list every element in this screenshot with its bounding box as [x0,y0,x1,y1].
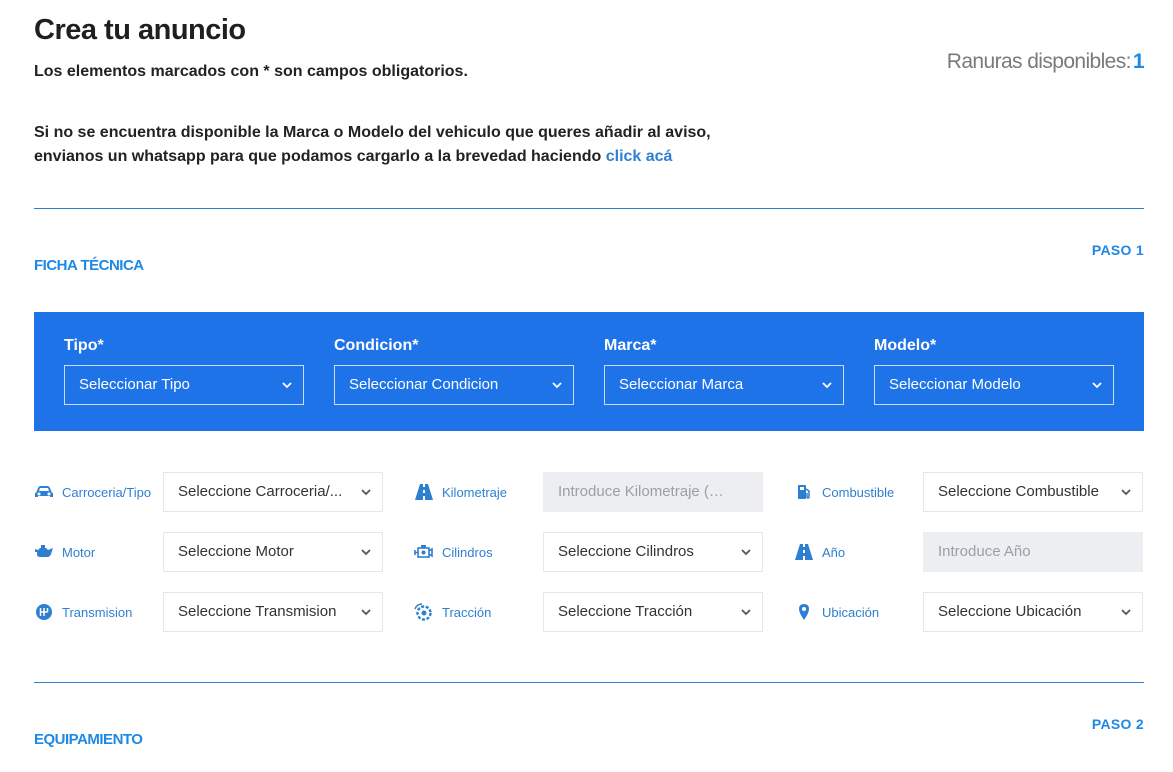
spec-kilometraje: Kilometraje Introduce Kilometraje (km) [414,472,764,512]
location-pin-icon [794,604,814,620]
chevron-down-icon [741,609,751,616]
anio-placeholder: Introduce Año [938,543,1031,560]
chevron-down-icon [282,382,292,389]
marca-select-value: Seleccionar Marca [619,376,744,393]
condicion-label: Condicion* [334,337,419,354]
chevron-down-icon [361,489,371,496]
chevron-down-icon [361,549,371,556]
wheel-gear-icon [414,603,434,621]
modelo-field: Modelo* Seleccionar Modelo [874,337,1114,405]
required-fields-note: Los elementos marcados con * son campos … [34,63,468,80]
ubicacion-label: Ubicación [822,604,880,620]
section-divider [34,208,1144,209]
chevron-down-icon [1121,489,1131,496]
kilometraje-placeholder: Introduce Kilometraje (km) [558,483,726,500]
step-1-label: PASO 1 [1091,242,1144,258]
marca-label: Marca* [604,337,657,354]
carroceria-select[interactable]: Seleccione Carroceria/... [163,472,383,512]
motor-select-value: Seleccione Motor [178,543,294,560]
chevron-down-icon [741,549,751,556]
chevron-down-icon [361,609,371,616]
step-2-label: PASO 2 [1091,716,1144,732]
spec-motor: Motor Seleccione Motor [34,532,384,572]
kilometraje-label: Kilometraje [442,484,508,500]
modelo-label: Modelo* [874,337,937,354]
transmision-label: Transmision [62,604,133,620]
available-slots-count: 1 [1132,50,1145,73]
info-line-2: envianos un whatsapp para que podamos ca… [34,148,602,165]
car-icon [34,484,54,500]
traccion-label: Tracción [442,604,492,620]
spec-ubicacion: Ubicación Seleccione Ubicación [794,592,1144,632]
spec-anio: Año Introduce Año [794,532,1144,572]
spec-traccion: Tracción Seleccione Tracción [414,592,764,632]
ficha-tecnica-title: FICHA TÉCNICA [34,257,144,274]
spec-carroceria: Carroceria/Tipo Seleccione Carroceria/..… [34,472,384,512]
main-fields-panel: Tipo* Seleccionar Tipo Condicion* Selecc… [34,312,1144,431]
condicion-select[interactable]: Seleccionar Condicion [334,365,574,405]
gearbox-icon [34,604,54,620]
road-icon [794,544,814,560]
whatsapp-click-link[interactable]: click acá [606,148,673,165]
cilindros-select[interactable]: Seleccione Cilindros [543,532,763,572]
cilindros-label: Cilindros [442,544,493,560]
chevron-down-icon [1121,609,1131,616]
tipo-select[interactable]: Seleccionar Tipo [64,365,304,405]
modelo-select-value: Seleccionar Modelo [889,376,1021,393]
spec-transmision: Transmision Seleccione Transmision [34,592,384,632]
fuel-pump-icon [794,484,814,500]
traccion-select[interactable]: Seleccione Tracción [543,592,763,632]
chevron-down-icon [1092,382,1102,389]
combustible-select[interactable]: Seleccione Combustible [923,472,1143,512]
engine-icon [414,544,434,560]
available-slots-label: Ranuras disponibles: [946,50,1132,73]
combustible-label: Combustible [822,484,895,500]
kilometraje-input[interactable]: Introduce Kilometraje (km) [543,472,763,512]
spec-cilindros: Cilindros Seleccione Cilindros [414,532,764,572]
ubicacion-select-value: Seleccione Ubicación [938,603,1082,620]
cilindros-select-value: Seleccione Cilindros [558,543,694,560]
motor-label: Motor [62,544,96,560]
anio-input[interactable]: Introduce Año [923,532,1143,572]
engine-oil-icon [34,544,54,560]
combustible-select-value: Seleccione Combustible [938,483,1099,500]
section-divider [34,682,1144,683]
transmision-select-value: Seleccione Transmision [178,603,337,620]
modelo-select[interactable]: Seleccionar Modelo [874,365,1114,405]
tipo-select-value: Seleccionar Tipo [79,376,190,393]
motor-select[interactable]: Seleccione Motor [163,532,383,572]
anio-label: Año [822,544,846,560]
spec-combustible: Combustible Seleccione Combustible [794,472,1144,512]
tipo-label: Tipo* [64,337,104,354]
page-title: Crea tu anuncio [34,14,246,46]
condicion-field: Condicion* Seleccionar Condicion [334,337,574,405]
missing-brand-info: Si no se encuentra disponible la Marca o… [34,121,794,169]
chevron-down-icon [822,382,832,389]
equipamiento-title: EQUIPAMIENTO [34,731,143,748]
condicion-select-value: Seleccionar Condicion [349,376,499,393]
available-slots: Ranuras disponibles:1 [946,50,1145,74]
traccion-select-value: Seleccione Tracción [558,603,693,620]
carroceria-label: Carroceria/Tipo [62,484,152,500]
info-line-1: Si no se encuentra disponible la Marca o… [34,124,711,141]
tipo-field: Tipo* Seleccionar Tipo [64,337,304,405]
carroceria-select-value: Seleccione Carroceria/... [178,483,343,500]
transmision-select[interactable]: Seleccione Transmision [163,592,383,632]
marca-field: Marca* Seleccionar Marca [604,337,844,405]
marca-select[interactable]: Seleccionar Marca [604,365,844,405]
ubicacion-select[interactable]: Seleccione Ubicación [923,592,1143,632]
road-icon [414,484,434,500]
chevron-down-icon [552,382,562,389]
